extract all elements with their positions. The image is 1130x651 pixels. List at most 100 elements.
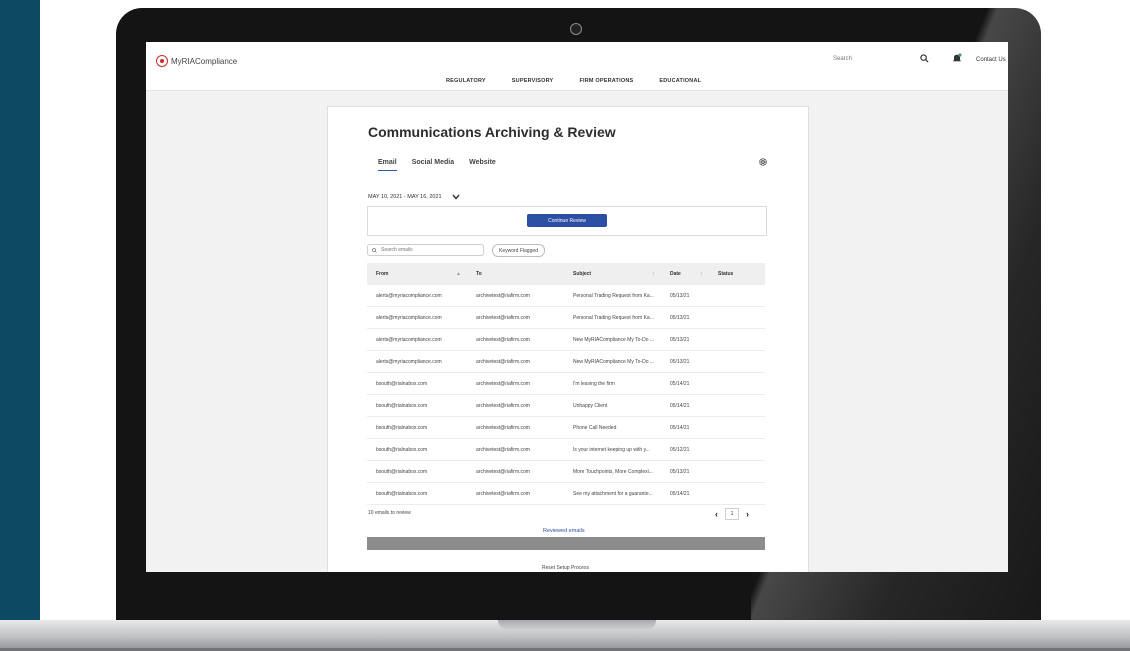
cell-subject: Personal Trading Request from Ka... [573,292,654,299]
webcam-icon [570,23,582,35]
table-row[interactable]: bsouth@rialnabox.com archivetest@riafirm.… [367,439,765,461]
table-row[interactable]: bsouth@rialnabox.com archivetest@riafirm.… [367,483,765,505]
cell-to: archivetest@riafirm.com [476,336,530,343]
date-range-selector[interactable]: MAY 10, 2021 - MAY 16, 2021 [368,194,460,200]
tab-website[interactable]: Website [469,159,496,171]
cell-to: archivetest@riafirm.com [476,490,530,497]
cell-from: bsouth@rialnabox.com [376,424,428,431]
sort-icon: ↕ [652,271,656,277]
column-header-to[interactable]: To [467,271,564,277]
column-header-status[interactable]: Status [709,271,765,277]
cell-to: archivetest@riafirm.com [476,402,530,409]
column-header-date[interactable]: Date ↕ [661,271,709,277]
nav-supervisory[interactable]: SUPERVISORY [512,78,554,84]
table-row[interactable]: bsouth@rialnabox.com archivetest@riafirm.… [367,461,765,483]
cell-subject: Phone Call Needed [573,424,617,431]
table-row[interactable]: alerts@myriacompliance.com archivetest@ri… [367,329,765,351]
column-header-from[interactable]: From ▲ [367,271,467,277]
table-row[interactable]: alerts@myriacompliance.com archivetest@ri… [367,285,765,307]
cell-to: archivetest@riafirm.com [476,292,530,299]
cell-subject: More Touchpoints, More Complexi... [573,468,653,475]
cell-date: 05/13/21 [670,314,690,321]
email-table: From ▲ To Subject ↕ Date ↕ Status alerts@my… [367,263,765,505]
cell-date: 05/14/21 [670,402,690,409]
cell-to: archivetest@riafirm.com [476,358,530,365]
nav-firm-operations[interactable]: FIRM OPERATIONS [579,78,633,84]
cell-from: alerts@myriacompliance.com [376,358,442,365]
date-range-text: MAY 10, 2021 - MAY 16, 2021 [368,194,442,200]
cell-date: 05/14/21 [670,490,690,497]
reset-setup-link[interactable]: Reset Setup Process [542,565,589,571]
chevron-right-icon[interactable]: › [746,509,749,519]
cell-subject: New MyRIACompliance My To-Do ... [573,358,655,365]
site-header: MyRIACompliance Search Contact Us REGULA… [146,42,1008,91]
channel-tabs: Email Social Media Website [378,159,496,171]
sort-icon: ▲ [456,271,461,277]
tab-email[interactable]: Email [378,159,397,171]
table-row[interactable]: alerts@myriacompliance.com archivetest@ri… [367,351,765,373]
cell-to: archivetest@riafirm.com [476,380,530,387]
table-row[interactable]: alerts@myriacompliance.com archivetest@ri… [367,307,765,329]
cell-from: bsouth@rialnabox.com [376,380,428,387]
cell-date: 05/13/21 [670,468,690,475]
bell-icon[interactable] [952,53,962,63]
logo-text: MyRIACompliance [171,56,238,66]
cell-subject: Unhappy Client [573,402,608,409]
cell-from: bsouth@rialnabox.com [376,490,428,497]
keyword-flagged-filter[interactable]: Keyword Flagged [492,244,545,257]
cell-date: 05/12/21 [670,446,690,453]
current-page[interactable]: 1 [725,508,739,520]
site-logo[interactable]: MyRIACompliance [156,55,237,67]
column-header-subject[interactable]: Subject ↕ [564,271,661,277]
cell-date: 05/13/21 [670,292,690,299]
email-search-input[interactable] [381,247,471,253]
chevron-left-icon[interactable]: ‹ [715,509,718,519]
page-title: Communications Archiving & Review [368,124,616,140]
cell-subject: Personal Trading Request from Ka... [573,314,654,321]
reviewed-emails-bar[interactable] [367,537,765,550]
cell-from: alerts@myriacompliance.com [376,336,442,343]
cell-from: bsouth@rialnabox.com [376,468,428,475]
cell-from: alerts@myriacompliance.com [376,292,442,299]
cell-to: archivetest@riafirm.com [476,314,530,321]
table-header: From ▲ To Subject ↕ Date ↕ Status [367,263,765,285]
tab-social-media[interactable]: Social Media [412,159,454,171]
emails-count: 10 emails to review [368,510,411,516]
archive-card: Communications Archiving & Review Email … [327,106,809,572]
cell-date: 05/14/21 [670,424,690,431]
table-body: alerts@myriacompliance.com archivetest@ri… [367,285,765,505]
laptop-notch [498,620,656,630]
cell-from: alerts@myriacompliance.com [376,314,442,321]
nav-regulatory[interactable]: REGULATORY [446,78,486,84]
email-search-box[interactable] [367,244,484,256]
cell-date: 05/13/21 [670,358,690,365]
search-icon[interactable] [920,54,929,63]
cell-date: 05/14/21 [670,380,690,387]
reviewed-emails-link[interactable]: Reviewed emails [543,528,585,534]
gear-icon[interactable] [758,157,768,167]
background-band [0,0,40,651]
header-search-input[interactable]: Search [833,56,852,62]
main-nav: REGULATORY SUPERVISORY FIRM OPERATIONS E… [446,78,701,84]
sort-icon: ↕ [700,271,704,277]
laptop-screen: MyRIACompliance Search Contact Us REGULA… [146,42,1008,572]
table-row[interactable]: bsouth@rialnabox.com archivetest@riafirm.… [367,373,765,395]
chevron-down-icon [452,194,460,200]
cell-from: bsouth@rialnabox.com [376,446,428,453]
cell-date: 05/13/21 [670,336,690,343]
continue-review-button[interactable]: Continue Review [527,214,607,227]
cell-subject: Is your internet keeping up with y... [573,446,650,453]
nav-educational[interactable]: EDUCATIONAL [659,78,701,84]
cell-to: archivetest@riafirm.com [476,424,530,431]
search-icon [372,247,377,253]
cell-to: archivetest@riafirm.com [476,446,530,453]
logo-icon [156,55,168,67]
table-row[interactable]: bsouth@rialnabox.com archivetest@riafirm.… [367,395,765,417]
review-panel: Continue Review [367,206,767,236]
contact-us-link[interactable]: Contact Us [976,57,1006,63]
pagination: ‹ 1 › [715,508,749,520]
table-row[interactable]: bsouth@rialnabox.com archivetest@riafirm.… [367,417,765,439]
cell-subject: New MyRIACompliance My To-Do ... [573,336,655,343]
table-footer: 10 emails to review ‹ 1 › [367,508,765,524]
cell-to: archivetest@riafirm.com [476,468,530,475]
